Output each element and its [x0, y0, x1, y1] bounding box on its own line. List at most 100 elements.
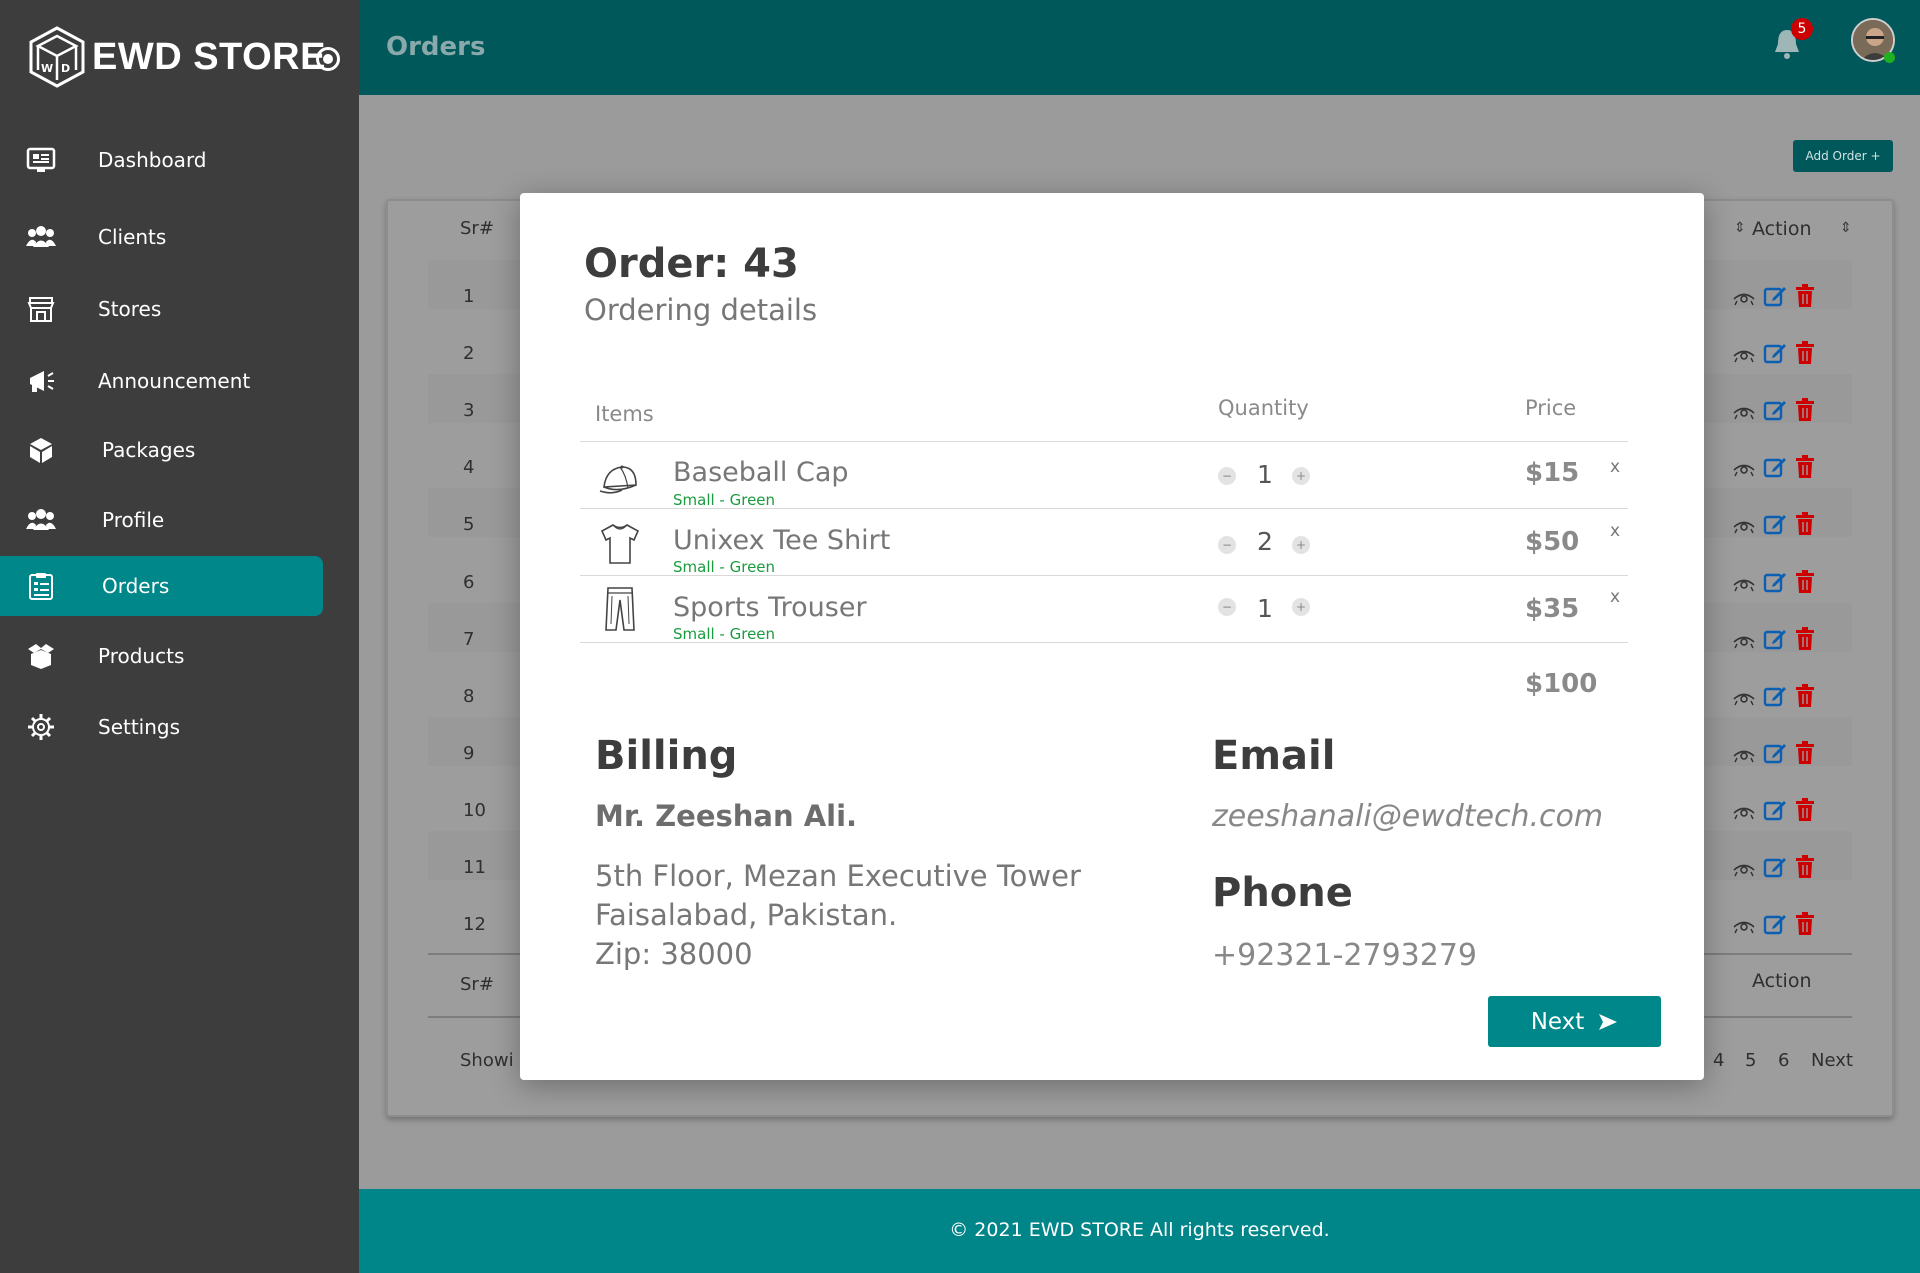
view-icon[interactable] — [1733, 633, 1755, 649]
remove-item-button[interactable]: x — [1610, 521, 1620, 541]
sidebar-item-dashboard[interactable]: Dashboard — [0, 130, 323, 190]
page-link-4[interactable]: 4 — [1713, 1050, 1724, 1071]
brand-name: EWD STORE — [92, 35, 326, 78]
sort-icon[interactable]: ⇕ — [1734, 220, 1746, 236]
sidebar-item-orders[interactable]: Orders — [0, 556, 323, 616]
delete-icon[interactable] — [1795, 684, 1815, 708]
sidebar-item-clients[interactable]: Clients — [0, 207, 323, 267]
row-actions — [1733, 741, 1819, 769]
increase-quantity-button[interactable]: + — [1292, 598, 1310, 616]
edit-icon[interactable] — [1763, 798, 1787, 822]
view-icon[interactable] — [1733, 861, 1755, 877]
sidebar-item-announcement[interactable]: Announcement — [0, 351, 323, 411]
column-header-items: Items — [595, 402, 654, 426]
delete-icon[interactable] — [1795, 455, 1815, 479]
add-order-button[interactable]: Add Order + — [1793, 140, 1893, 172]
edit-icon[interactable] — [1763, 398, 1787, 422]
page-link-6[interactable]: 6 — [1778, 1050, 1789, 1071]
row-actions — [1733, 570, 1819, 598]
users-icon — [26, 226, 56, 247]
view-icon[interactable] — [1733, 518, 1755, 534]
edit-icon[interactable] — [1763, 284, 1787, 308]
sidebar-item-settings[interactable]: Settings — [0, 697, 323, 757]
delete-icon[interactable] — [1795, 341, 1815, 365]
view-icon[interactable] — [1733, 747, 1755, 763]
delete-icon[interactable] — [1795, 512, 1815, 536]
brand[interactable]: W D EWD STORE — [28, 24, 326, 90]
item-name: Baseball Cap — [673, 457, 849, 488]
edit-icon[interactable] — [1763, 912, 1787, 936]
row-actions — [1733, 627, 1819, 655]
edit-icon[interactable] — [1763, 627, 1787, 651]
sidebar-item-label: Orders — [102, 574, 170, 598]
remove-item-button[interactable]: x — [1610, 457, 1620, 477]
page-next-link[interactable]: Next — [1811, 1050, 1853, 1071]
sidebar-item-products[interactable]: Products — [0, 626, 323, 686]
store-icon — [27, 297, 55, 322]
view-icon[interactable] — [1733, 690, 1755, 706]
row-actions — [1733, 341, 1819, 369]
view-icon[interactable] — [1733, 461, 1755, 477]
page-link-5[interactable]: 5 — [1745, 1050, 1756, 1071]
row-sr-number: 6 — [463, 572, 475, 593]
item-price: $15 — [1525, 458, 1580, 488]
clipboard-icon — [29, 573, 53, 600]
column-header-quantity: Quantity — [1218, 396, 1309, 420]
delete-icon[interactable] — [1795, 398, 1815, 422]
column-footer-action: Action — [1752, 970, 1812, 992]
copyright-text: © 2021 EWD STORE All rights reserved. — [949, 1219, 1330, 1241]
billing-heading: Billing — [595, 733, 738, 779]
view-icon[interactable] — [1733, 404, 1755, 420]
sidebar-item-packages[interactable]: Packages — [0, 420, 323, 480]
billing-address-line: Faisalabad, Pakistan. — [595, 898, 898, 932]
order-details-modal: Order: 43 Ordering details Items Quantit… — [520, 193, 1704, 1080]
delete-icon[interactable] — [1795, 912, 1815, 936]
notification-count-badge: 5 — [1791, 18, 1813, 40]
remove-item-button[interactable]: x — [1610, 587, 1620, 607]
decrease-quantity-button[interactable]: − — [1218, 467, 1236, 485]
sidebar-toggle-button[interactable] — [316, 47, 340, 71]
view-icon[interactable] — [1733, 347, 1755, 363]
tshirt-icon — [600, 524, 640, 564]
sidebar-item-stores[interactable]: Stores — [0, 279, 323, 339]
edit-icon[interactable] — [1763, 855, 1787, 879]
edit-icon[interactable] — [1763, 512, 1787, 536]
sort-icon[interactable]: ⇕ — [1840, 220, 1852, 236]
delete-icon[interactable] — [1795, 741, 1815, 765]
view-icon[interactable] — [1733, 918, 1755, 934]
phone-heading: Phone — [1212, 870, 1353, 916]
top-header: Orders 5 — [359, 0, 1920, 95]
decrease-quantity-button[interactable]: − — [1218, 536, 1236, 554]
column-header-sr[interactable]: Sr# — [460, 218, 494, 239]
view-icon[interactable] — [1733, 804, 1755, 820]
row-actions — [1733, 912, 1819, 940]
delete-icon[interactable] — [1795, 855, 1815, 879]
item-price: $50 — [1525, 527, 1580, 557]
edit-icon[interactable] — [1763, 684, 1787, 708]
delete-icon[interactable] — [1795, 798, 1815, 822]
row-sr-number: 1 — [463, 286, 475, 307]
increase-quantity-button[interactable]: + — [1292, 536, 1310, 554]
sidebar-item-profile[interactable]: Profile — [0, 490, 323, 550]
delete-icon[interactable] — [1795, 284, 1815, 308]
increase-quantity-button[interactable]: + — [1292, 467, 1310, 485]
edit-icon[interactable] — [1763, 455, 1787, 479]
delete-icon[interactable] — [1795, 570, 1815, 594]
view-icon[interactable] — [1733, 290, 1755, 306]
edit-icon[interactable] — [1763, 741, 1787, 765]
decrease-quantity-button[interactable]: − — [1218, 598, 1236, 616]
row-actions — [1733, 855, 1819, 883]
svg-text:W: W — [41, 62, 53, 75]
delete-icon[interactable] — [1795, 627, 1815, 651]
table-info-text: Showi — [460, 1050, 514, 1071]
megaphone-icon — [30, 371, 54, 392]
edit-icon[interactable] — [1763, 341, 1787, 365]
column-header-action[interactable]: Action — [1752, 218, 1812, 240]
order-total: $100 — [1525, 669, 1598, 699]
packages-icon — [30, 438, 52, 463]
edit-icon[interactable] — [1763, 570, 1787, 594]
next-button[interactable]: Next — [1488, 996, 1661, 1047]
email-value: zeeshanali@ewdtech.com — [1212, 799, 1604, 834]
item-quantity: 1 — [1257, 594, 1273, 623]
view-icon[interactable] — [1733, 576, 1755, 592]
